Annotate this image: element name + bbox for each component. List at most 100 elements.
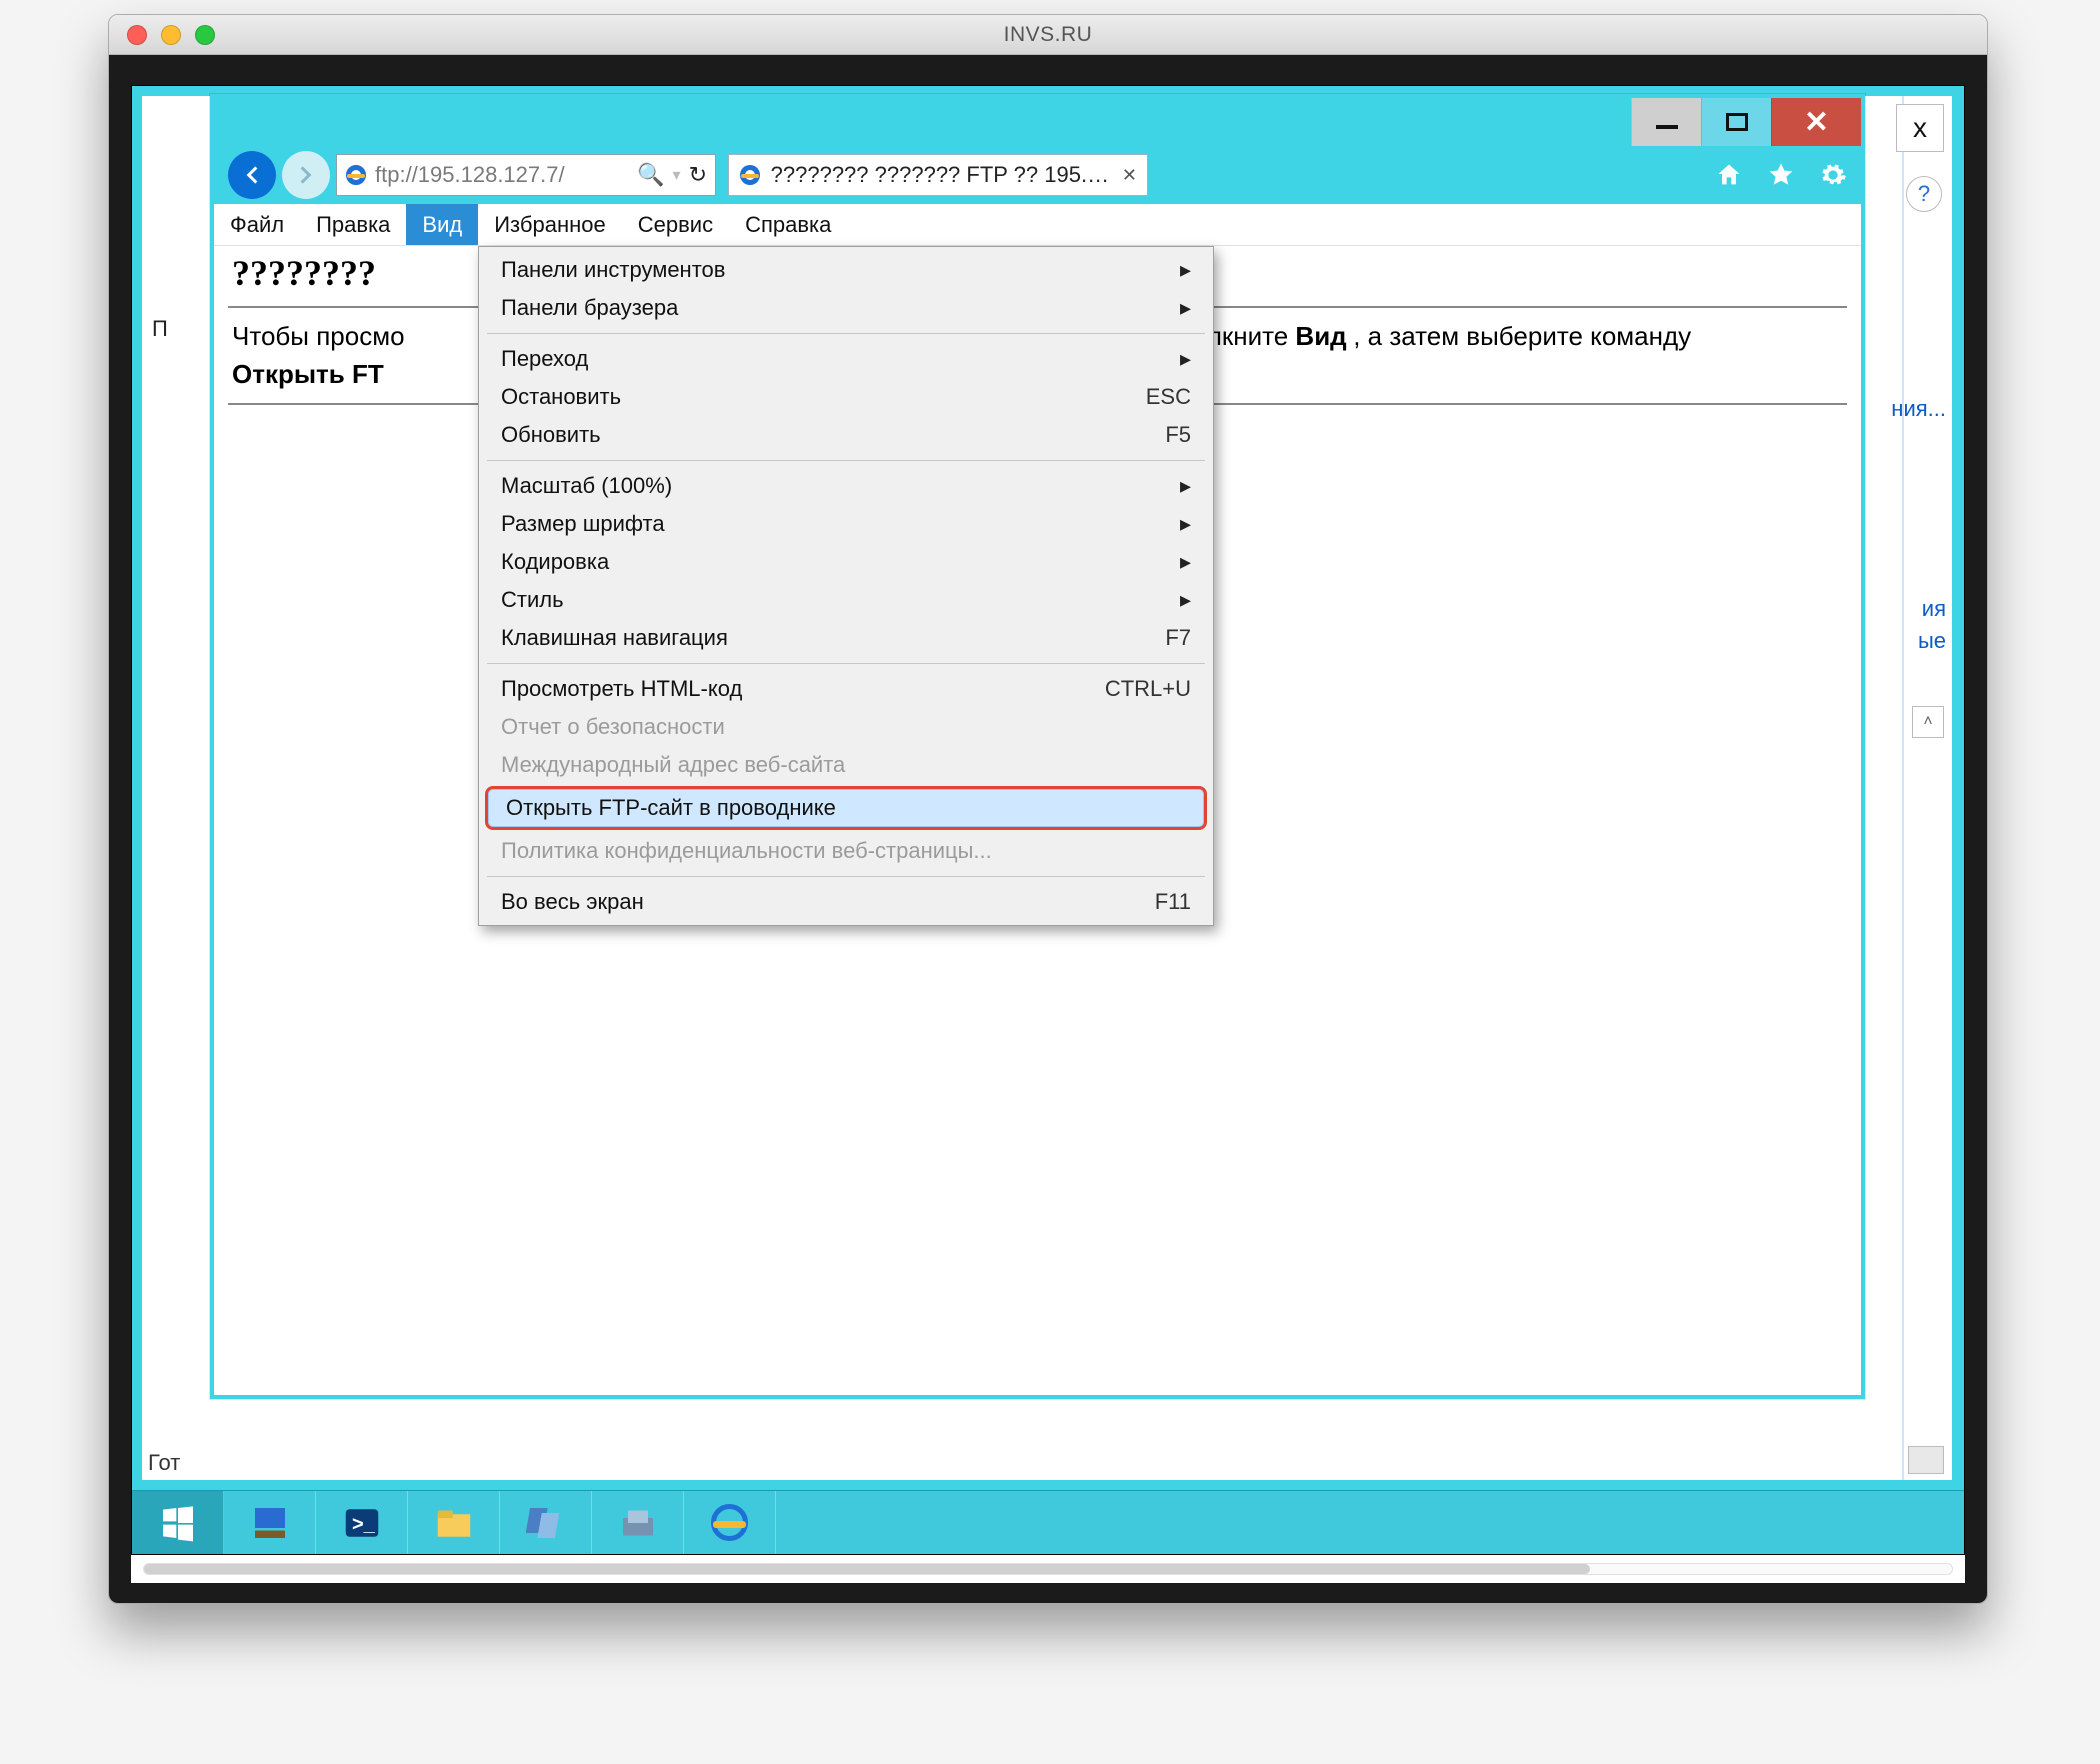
close-dot[interactable] [127, 25, 147, 45]
menu-item-13[interactable]: Просмотреть HTML-кодCTRL+U [483, 670, 1209, 708]
ie-caption-bar[interactable]: ✕ [214, 98, 1861, 146]
menu-item-4[interactable]: ОстановитьESC [483, 378, 1209, 416]
menu-item-16[interactable]: Открыть FTP-сайт в проводнике [485, 786, 1207, 830]
close-x-label: x [1913, 112, 1927, 144]
task-app1[interactable] [500, 1491, 592, 1554]
app-icon-2 [618, 1503, 658, 1543]
menu-separator [487, 876, 1205, 877]
bg-link-2[interactable]: ия [1922, 596, 1946, 622]
menu-item-label: Клавишная навигация [501, 625, 728, 651]
menu-item-label: Политика конфиденциальности веб-страницы… [501, 838, 992, 864]
menu-item-label: Открыть FTP-сайт в проводнике [506, 795, 836, 821]
taskbar-spacer [776, 1491, 1964, 1554]
bg-scroll-up[interactable]: ˄ [1912, 706, 1944, 738]
start-button[interactable] [132, 1491, 224, 1554]
ie-navigation-bar: ftp://195.128.127.7/ 🔍 ▾ ↻ ???????? ????… [214, 146, 1861, 204]
powershell-icon: >_ [342, 1503, 382, 1543]
bg-tray-icon[interactable] [1908, 1446, 1944, 1474]
para-frag3: , а затем выберите команду [1353, 321, 1691, 351]
menu-view[interactable]: Вид [406, 204, 478, 245]
bg-left-label: П [152, 316, 168, 342]
menu-item-label: Панели инструментов [501, 257, 725, 283]
menu-item-17: Политика конфиденциальности веб-страницы… [483, 832, 1209, 870]
forward-button[interactable] [282, 151, 330, 199]
task-server-manager[interactable] [224, 1491, 316, 1554]
mac-window: INVS.RU x ? ния... ия ые ˄ П Гот [108, 14, 1988, 1604]
ie-window: ✕ ftp://195.128.127.7/ 🔍 ▾ ↻ [210, 94, 1865, 1399]
arrow-left-icon [239, 162, 265, 188]
minimize-dot[interactable] [161, 25, 181, 45]
help-label: ? [1918, 181, 1930, 207]
file-explorer-icon [434, 1503, 474, 1543]
mac-body: x ? ния... ия ые ˄ П Гот ✕ [109, 55, 1987, 1603]
task-explorer[interactable] [408, 1491, 500, 1554]
menu-item-label: Остановить [501, 384, 621, 410]
bg-close-button[interactable]: x [1896, 104, 1944, 152]
menu-item-11[interactable]: Клавишная навигация F7 [483, 619, 1209, 657]
address-bar[interactable]: ftp://195.128.127.7/ 🔍 ▾ ↻ [336, 154, 716, 196]
menu-item-9[interactable]: Кодировка [483, 543, 1209, 581]
menu-file[interactable]: Файл [214, 204, 300, 245]
menu-shortcut: CTRL+U [1105, 676, 1191, 702]
minimize-button[interactable] [1631, 98, 1701, 146]
menu-item-3[interactable]: Переход [483, 340, 1209, 378]
menu-item-8[interactable]: Размер шрифта [483, 505, 1209, 543]
menu-separator [487, 333, 1205, 334]
url-text: ftp://195.128.127.7/ [375, 162, 629, 188]
tab-favicon [739, 164, 761, 186]
menu-item-1[interactable]: Панели браузера [483, 289, 1209, 327]
menu-item-label: Стиль [501, 587, 564, 613]
home-icon[interactable] [1715, 161, 1743, 189]
tab-title: ???????? ??????? FTP ?? 195.1... [771, 162, 1112, 188]
bg-link-3[interactable]: ые [1918, 628, 1946, 654]
para-bold1: Вид [1295, 321, 1346, 351]
menu-help[interactable]: Справка [729, 204, 847, 245]
menu-shortcut: F7 [1165, 625, 1191, 651]
windows-logo-icon [158, 1503, 198, 1543]
menu-shortcut: F5 [1165, 422, 1191, 448]
task-powershell[interactable]: >_ [316, 1491, 408, 1554]
taskbar: >_ [132, 1490, 1964, 1554]
menu-item-0[interactable]: Панели инструментов [483, 251, 1209, 289]
menu-tools[interactable]: Сервис [622, 204, 729, 245]
menu-item-label: Переход [501, 346, 588, 372]
close-button[interactable]: ✕ [1771, 98, 1861, 146]
menu-item-5[interactable]: ОбновитьF5 [483, 416, 1209, 454]
tab-close-icon[interactable]: ✕ [1122, 165, 1137, 186]
ie-icon [710, 1503, 750, 1543]
menu-item-7[interactable]: Масштаб (100%) [483, 467, 1209, 505]
menu-favorites[interactable]: Избранное [478, 204, 622, 245]
nav-right-icons [1715, 161, 1847, 189]
menu-item-19[interactable]: Во весь экранF11 [483, 883, 1209, 921]
favorites-icon[interactable] [1767, 161, 1795, 189]
refresh-icon[interactable]: ↻ [689, 162, 707, 188]
gear-icon[interactable] [1819, 161, 1847, 189]
back-button[interactable] [228, 151, 276, 199]
menu-item-10[interactable]: Стиль [483, 581, 1209, 619]
bg-link-1[interactable]: ния... [1891, 396, 1946, 422]
menu-edit[interactable]: Правка [300, 204, 406, 245]
menu-item-label: Отчет о безопасности [501, 714, 725, 740]
traffic-lights [127, 25, 215, 45]
scroll-thumb[interactable] [144, 1564, 1590, 1574]
svg-text:>_: >_ [352, 1513, 376, 1535]
search-icon[interactable]: 🔍 [637, 162, 664, 188]
bg-right-edge [1902, 96, 1952, 1480]
menu-bar: Файл Правка Вид Избранное Сервис Справка [214, 204, 1861, 246]
help-icon[interactable]: ? [1906, 176, 1942, 212]
app-icon-1 [526, 1503, 566, 1543]
menu-item-label: Панели браузера [501, 295, 678, 321]
remote-desktop: x ? ния... ия ые ˄ П Гот ✕ [131, 85, 1965, 1555]
maximize-button[interactable] [1701, 98, 1771, 146]
browser-tab[interactable]: ???????? ??????? FTP ?? 195.1... ✕ [728, 154, 1148, 196]
bg-status: Гот [148, 1450, 180, 1476]
task-app2[interactable] [592, 1491, 684, 1554]
ie-favicon [345, 164, 367, 186]
para-frag1: Чтобы просмо [232, 321, 405, 351]
mac-horizontal-scrollbar[interactable] [131, 1555, 1965, 1583]
task-ie[interactable] [684, 1491, 776, 1554]
mac-titlebar[interactable]: INVS.RU [109, 15, 1987, 55]
menu-item-15: Международный адрес веб-сайта [483, 746, 1209, 784]
mac-title: INVS.RU [109, 23, 1987, 47]
zoom-dot[interactable] [195, 25, 215, 45]
